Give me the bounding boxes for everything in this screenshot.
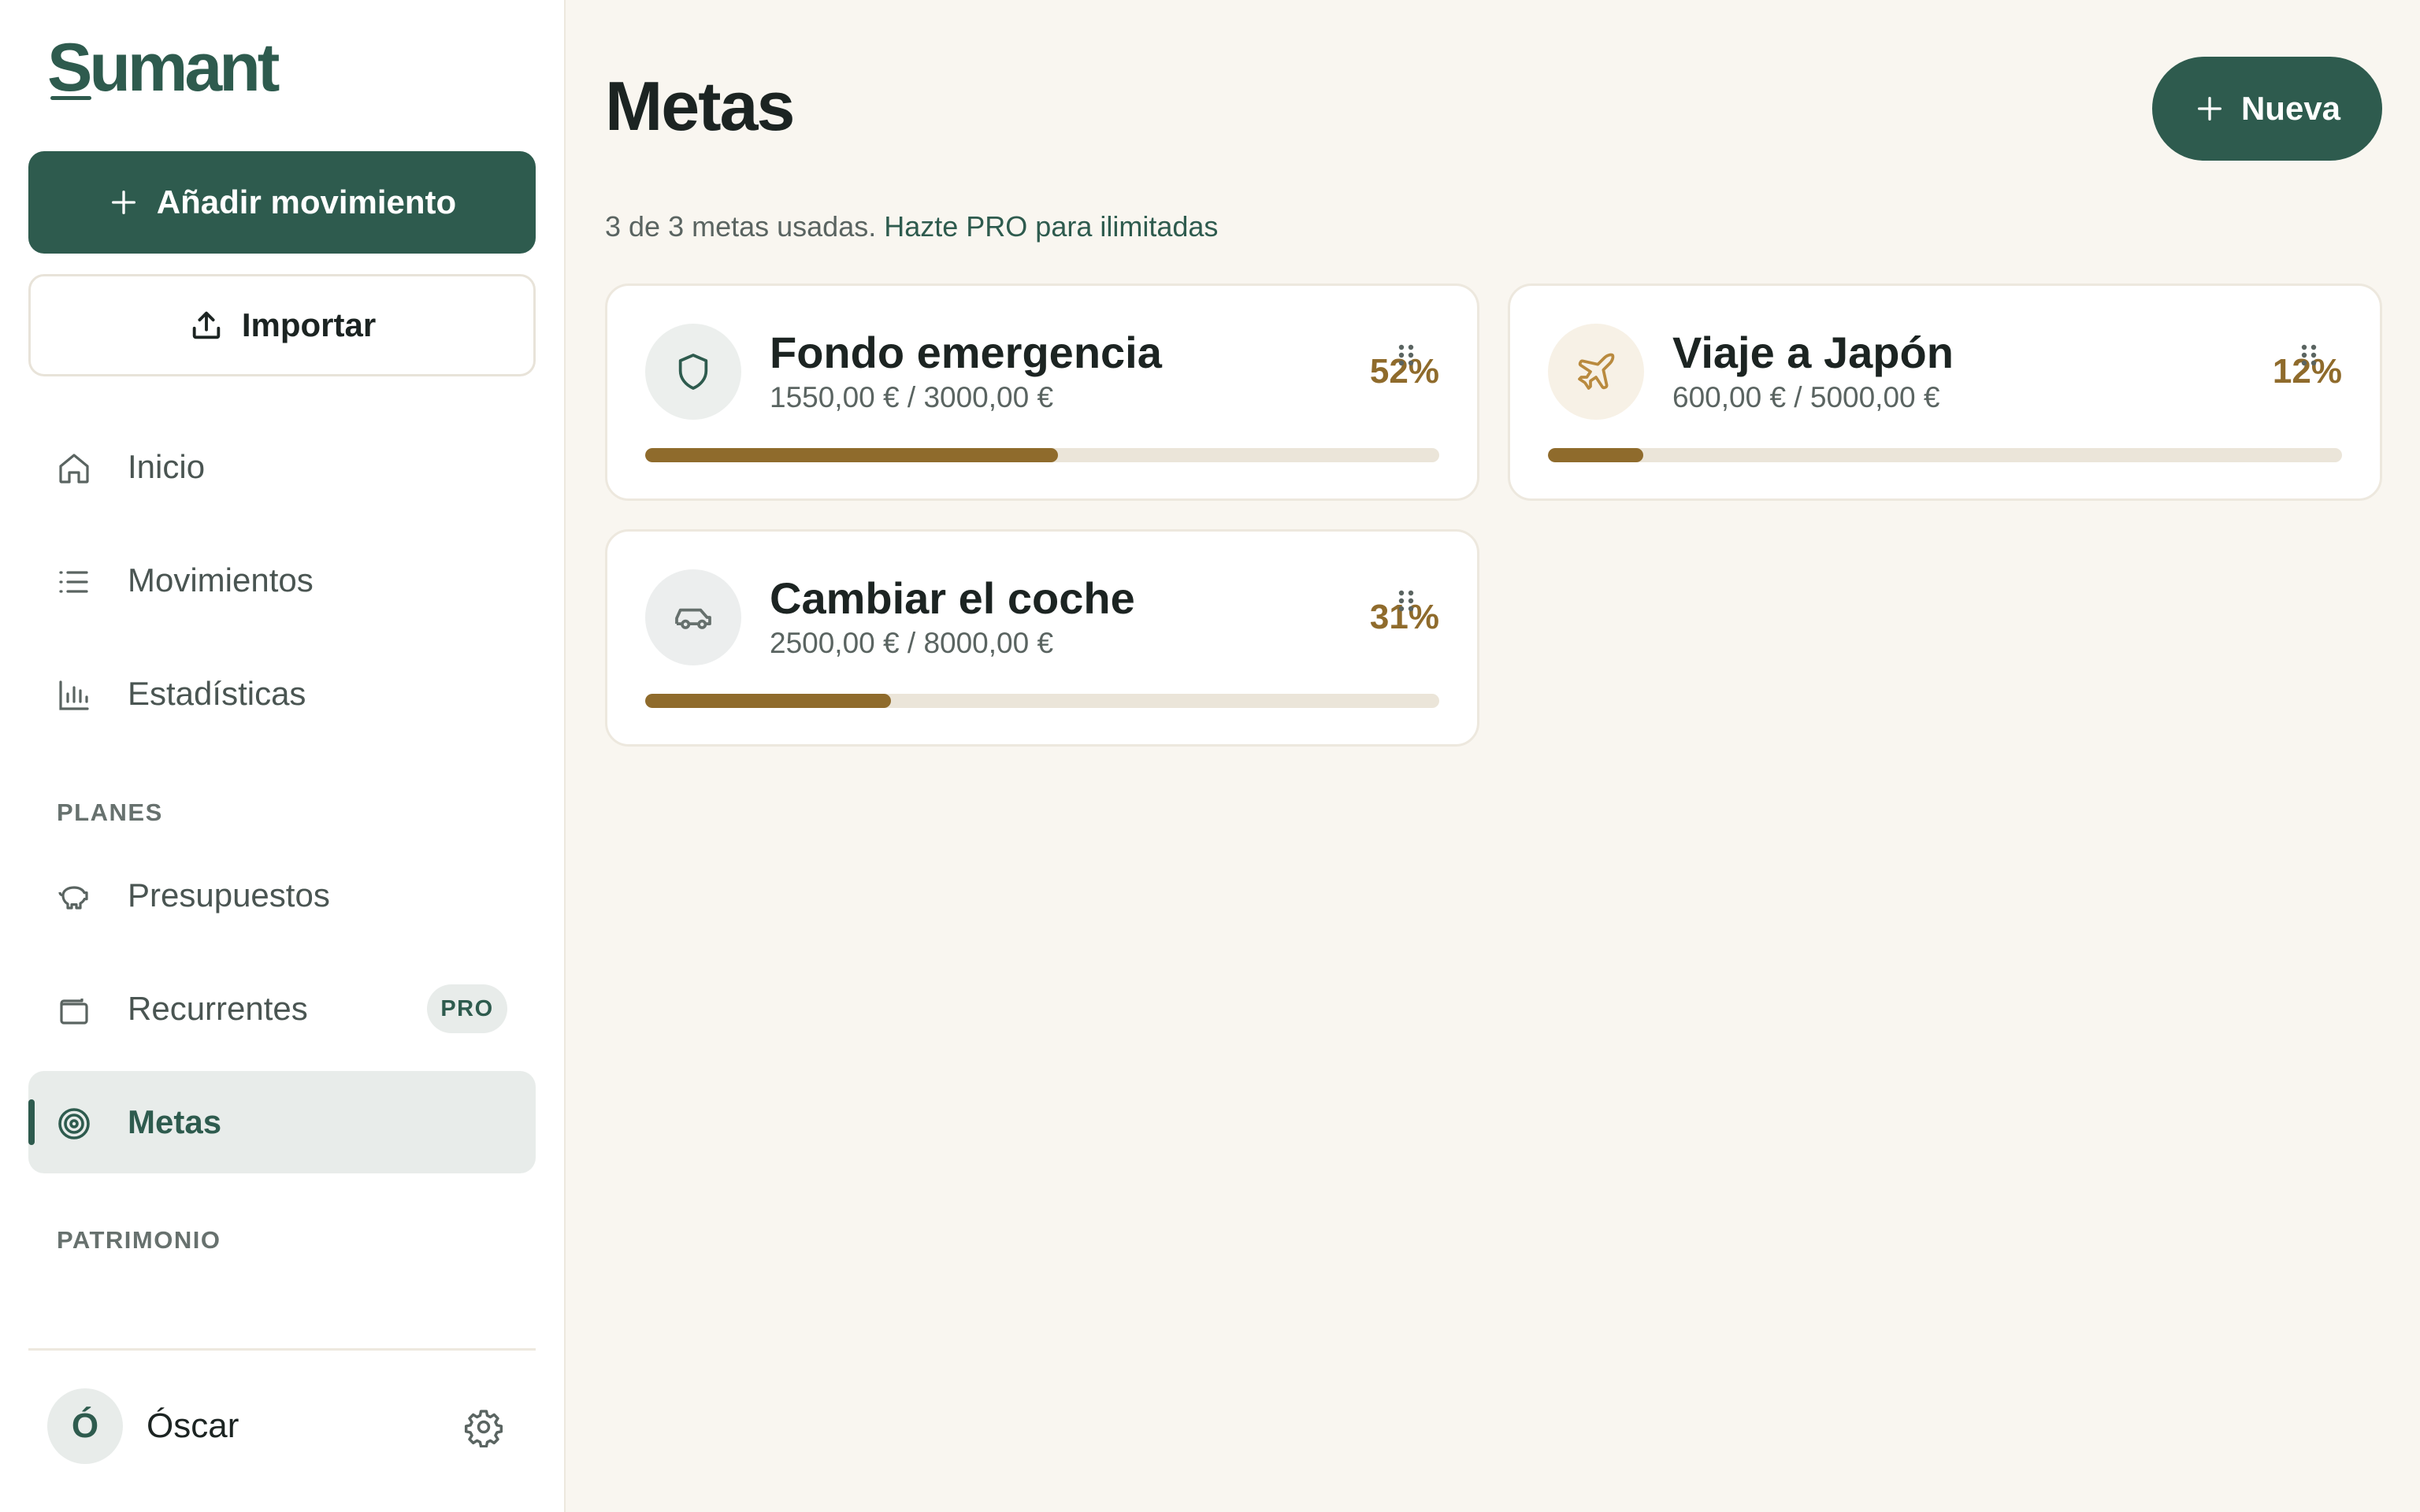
sidebar-item-label: Inicio [128,448,206,485]
list-icon [55,563,93,601]
section-label-patrimonio: PATRIMONIO [57,1226,221,1254]
sidebar-item-label: Presupuestos [128,876,330,914]
import-label: Importar [241,306,377,343]
drag-handle-icon[interactable] [1397,343,1416,368]
user-name: Óscar [147,1406,239,1445]
bar-chart-icon [55,676,93,714]
goal-amounts: 2500,00 € / 8000,00 € [770,627,1054,659]
sidebar-divider [28,1348,536,1351]
goal-amounts: 1550,00 € / 3000,00 € [770,381,1054,413]
plus-icon [111,191,135,214]
piggy-bank-icon [55,878,93,916]
usage-info: 3 de 3 metas usadas. Hazte PRO para ilim… [605,208,1218,246]
section-label-planes: PLANES [57,799,163,826]
car-icon [675,608,711,629]
shield-icon [678,354,708,390]
usage-text: 3 de 3 metas usadas. [605,210,877,243]
logo-underline [50,96,91,100]
add-movement-button[interactable]: Añadir movimiento [28,151,536,254]
drag-handle-icon[interactable] [2299,343,2318,368]
upgrade-link[interactable]: Hazte PRO para ilimitadas [884,210,1218,243]
sidebar-item-presupuestos[interactable]: Presupuestos [28,844,536,947]
goal-icon-wrap [1548,324,1644,420]
progress-track [645,694,1439,708]
sidebar-item-label: Movimientos [128,561,314,598]
target-icon [55,1105,93,1143]
page-title: Metas [605,67,795,145]
progress-track [645,448,1439,462]
progress-fill [645,694,892,708]
sidebar-item-estadisticas[interactable]: Estadísticas [28,643,536,745]
goal-icon-wrap [645,324,741,420]
progress-fill [1548,448,1643,462]
sidebar: Sumant Añadir movimiento Importar Inicio… [0,0,566,1512]
goal-name: Fondo emergencia [770,328,1162,377]
upload-icon [192,311,221,339]
sidebar-item-movimientos[interactable]: Movimientos [28,529,536,632]
goal-amounts: 600,00 € / 5000,00 € [1672,381,1940,413]
goal-icon-wrap [645,569,741,665]
goal-name: Cambiar el coche [770,573,1135,623]
sidebar-item-inicio[interactable]: Inicio [28,416,536,518]
drag-handle-icon[interactable] [1397,588,1416,613]
progress-fill [645,448,1059,462]
pro-badge: PRO [427,984,507,1033]
goal-card[interactable]: Viaje a Japón 600,00 € / 5000,00 € 12% [1508,284,2382,501]
app-logo[interactable]: Sumant [47,28,280,107]
new-goal-label: Nueva [2240,90,2341,127]
goal-name: Viaje a Japón [1672,328,1954,377]
sidebar-item-label: Metas [128,1103,222,1140]
avatar[interactable]: Ó [47,1388,123,1464]
goal-card[interactable]: Fondo emergencia 1550,00 € / 3000,00 € 5… [605,284,1479,501]
sidebar-item-label: Recurrentes [128,990,308,1027]
import-button[interactable]: Importar [28,274,536,376]
wallet-icon [55,991,93,1029]
sidebar-item-metas[interactable]: Metas [28,1071,536,1173]
plane-icon [1578,353,1615,390]
sidebar-item-recurrentes[interactable]: Recurrentes PRO [28,958,536,1060]
home-icon [55,450,93,487]
new-goal-button[interactable]: Nueva [2152,57,2382,161]
add-movement-label: Añadir movimiento [156,183,457,220]
progress-track [1548,448,2342,462]
goal-card[interactable]: Cambiar el coche 2500,00 € / 8000,00 € 3… [605,529,1479,747]
plus-icon [2197,97,2221,120]
sidebar-item-label: Estadísticas [128,675,306,712]
gear-icon[interactable] [463,1406,504,1448]
